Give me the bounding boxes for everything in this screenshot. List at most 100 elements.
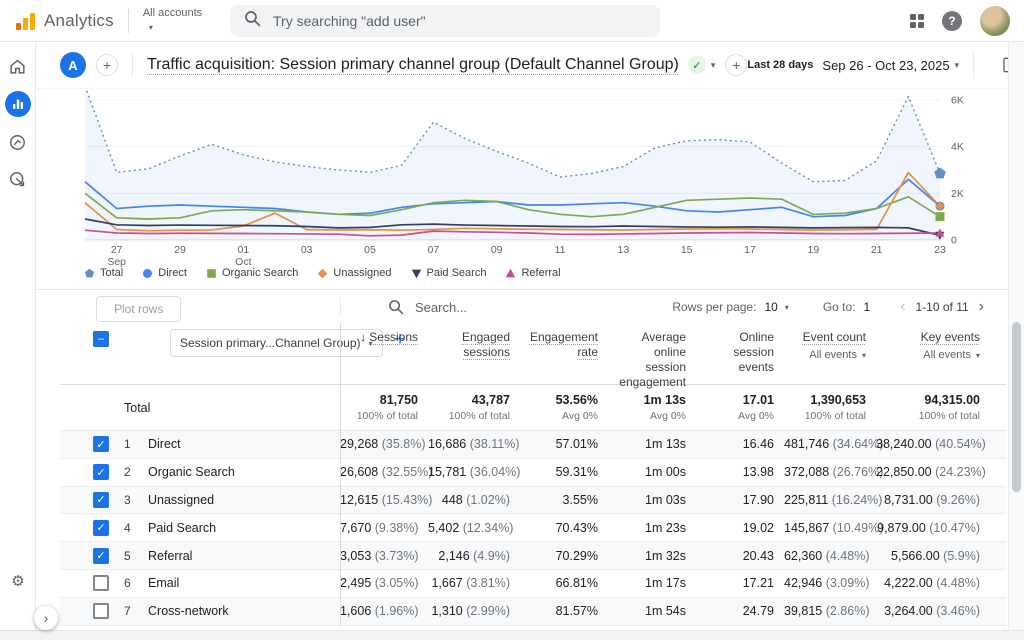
metric-cell: 1m 00s: [608, 465, 696, 479]
metric-value: 1m 03s: [645, 493, 686, 507]
prev-page-chevron-icon[interactable]: ‹: [900, 299, 905, 315]
metric-cell: 12,615 (15.43%): [340, 493, 428, 507]
search-icon: [388, 299, 404, 315]
global-search-input[interactable]: Try searching "add user": [230, 5, 660, 37]
add-comparison-button[interactable]: +: [96, 54, 118, 76]
total-value: 43,787: [428, 393, 510, 407]
metric-cell: 17.21: [696, 576, 784, 590]
row-checkbox[interactable]: ✓: [93, 548, 109, 564]
report-avatar-badge[interactable]: A: [60, 52, 86, 78]
column-header-engagement-rate[interactable]: Engagement rate: [520, 323, 608, 390]
total-row: Total 81,750100% of total43,787100% of t…: [60, 385, 1006, 431]
metric-value: 19.02: [743, 521, 774, 535]
column-header-event-count[interactable]: Event countAll events▾: [784, 323, 876, 390]
referral-marker-icon: [505, 268, 516, 279]
column-filter-label: All events: [923, 349, 971, 361]
column-header-average-online-session-engagement[interactable]: Average online session engagement: [608, 323, 696, 390]
total-value: 17.01: [696, 393, 774, 407]
top-bar: Analytics All accounts ▾ Try searching "…: [0, 0, 1024, 42]
expand-nav-button[interactable]: ›: [34, 606, 58, 630]
legend-item-organic-search: Organic Search: [206, 267, 298, 279]
metric-value: 448: [442, 493, 463, 507]
metric-cell: 70.43%: [520, 521, 608, 535]
row-checkbox[interactable]: ✓: [93, 520, 109, 536]
table-search-input[interactable]: Search...: [388, 290, 467, 324]
metric-value: 29,268: [340, 437, 378, 451]
metric-cell: 20.43: [696, 549, 784, 563]
svg-text:6K: 6K: [951, 95, 964, 107]
column-header-engaged-sessions[interactable]: Engaged sessions: [428, 323, 520, 390]
brand-name: Analytics: [44, 11, 114, 31]
legend-label-unassigned: Unassigned: [333, 267, 391, 279]
metric-value: 12,615: [340, 493, 378, 507]
date-caret-down-icon[interactable]: ▾: [955, 60, 960, 71]
date-range-selector[interactable]: Sep 26 - Oct 23, 2025: [822, 58, 949, 73]
goto-page-input[interactable]: 1: [864, 300, 871, 314]
svg-text:05: 05: [364, 244, 376, 256]
vertical-scrollbar[interactable]: [1008, 42, 1024, 630]
metric-value: 3,264.00: [884, 604, 933, 618]
column-filter-key-events[interactable]: All events▾: [878, 348, 980, 363]
column-filter-event-count[interactable]: All events▾: [786, 348, 866, 363]
row-checkbox[interactable]: ✓: [93, 464, 109, 480]
column-label: Sessions: [369, 330, 418, 344]
rows-per-page-select[interactable]: 10: [764, 300, 777, 314]
sidebar-item-explore[interactable]: [6, 130, 30, 154]
column-header-key-events[interactable]: Key eventsAll events▾: [876, 323, 1006, 390]
row-checkbox[interactable]: ✓: [93, 492, 109, 508]
select-all-checkbox[interactable]: –: [93, 331, 109, 347]
column-header-online-session-events[interactable]: Online session events: [696, 323, 784, 390]
total-cell: 1,390,653100% of total: [784, 393, 876, 422]
row-checkbox-cell: ✓: [60, 436, 110, 452]
row-checkbox[interactable]: [93, 603, 109, 619]
metric-cell: 59.31%: [520, 465, 608, 479]
metric-value: 70.43%: [556, 521, 598, 535]
metric-cell: 9,879.00 (10.47%): [876, 521, 1006, 535]
sidebar-item-advertising[interactable]: [6, 167, 30, 191]
add-report-tab-button[interactable]: +: [725, 54, 747, 76]
metric-cell: 3.55%: [520, 493, 608, 507]
vertical-scrollbar-thumb[interactable]: [1012, 322, 1021, 492]
table-row-direct: ✓1Direct29,268 (35.8%)16,686 (38.11%)57.…: [60, 431, 1006, 459]
row-rank: 2: [110, 465, 142, 479]
report-header: A + Traffic acquisition: Session primary…: [36, 42, 1008, 89]
metric-value: 1m 17s: [645, 576, 686, 590]
metric-percent: (24.23%): [932, 465, 986, 479]
apps-grid-icon[interactable]: [910, 14, 924, 28]
channel-name: Organic Search: [142, 465, 340, 479]
settings-gear-icon[interactable]: ⚙: [0, 572, 36, 590]
legend-label-organic-search: Organic Search: [222, 267, 298, 279]
metric-value: 145,867: [784, 521, 829, 535]
svg-text:21: 21: [871, 244, 883, 256]
user-avatar[interactable]: [980, 6, 1010, 36]
column-header-sessions[interactable]: ↓Sessions: [340, 323, 428, 390]
metric-cell: 66.81%: [520, 576, 608, 590]
row-checkbox[interactable]: ✓: [93, 436, 109, 452]
rows-per-page-caret-icon[interactable]: ▾: [785, 303, 789, 312]
metric-value: 57.01%: [556, 437, 598, 451]
row-checkbox-cell: [60, 575, 110, 591]
plot-rows-button[interactable]: Plot rows: [96, 296, 181, 322]
title-caret-down-icon[interactable]: ▾: [711, 60, 716, 71]
metric-cell: 1m 23s: [608, 521, 696, 535]
report-title[interactable]: Traffic acquisition: Session primary cha…: [147, 56, 679, 74]
metric-value: 39,815: [784, 604, 822, 618]
total-subtext: 100% of total: [876, 410, 980, 422]
row-rank: 4: [110, 521, 142, 535]
legend-label-total: Total: [100, 267, 123, 279]
total-subtext: Avg 0%: [520, 410, 598, 422]
metric-value: 20.43: [743, 549, 774, 563]
legend-item-paid-search: Paid Search: [411, 267, 487, 279]
metric-percent: (4.9%): [470, 549, 510, 563]
svg-text:29: 29: [174, 244, 186, 256]
metric-cell: 15,781 (36.04%): [428, 465, 520, 479]
help-icon[interactable]: ?: [942, 11, 962, 31]
total-cell: 17.01Avg 0%: [696, 393, 784, 422]
metric-cell: 13.98: [696, 465, 784, 479]
next-page-chevron-icon[interactable]: ›: [979, 299, 984, 315]
sidebar-item-reports[interactable]: [5, 91, 31, 117]
row-checkbox[interactable]: [93, 575, 109, 591]
account-switcher[interactable]: All accounts ▾: [143, 8, 202, 33]
horizontal-scrollbar[interactable]: [0, 630, 1024, 640]
sidebar-item-home[interactable]: [6, 54, 30, 78]
